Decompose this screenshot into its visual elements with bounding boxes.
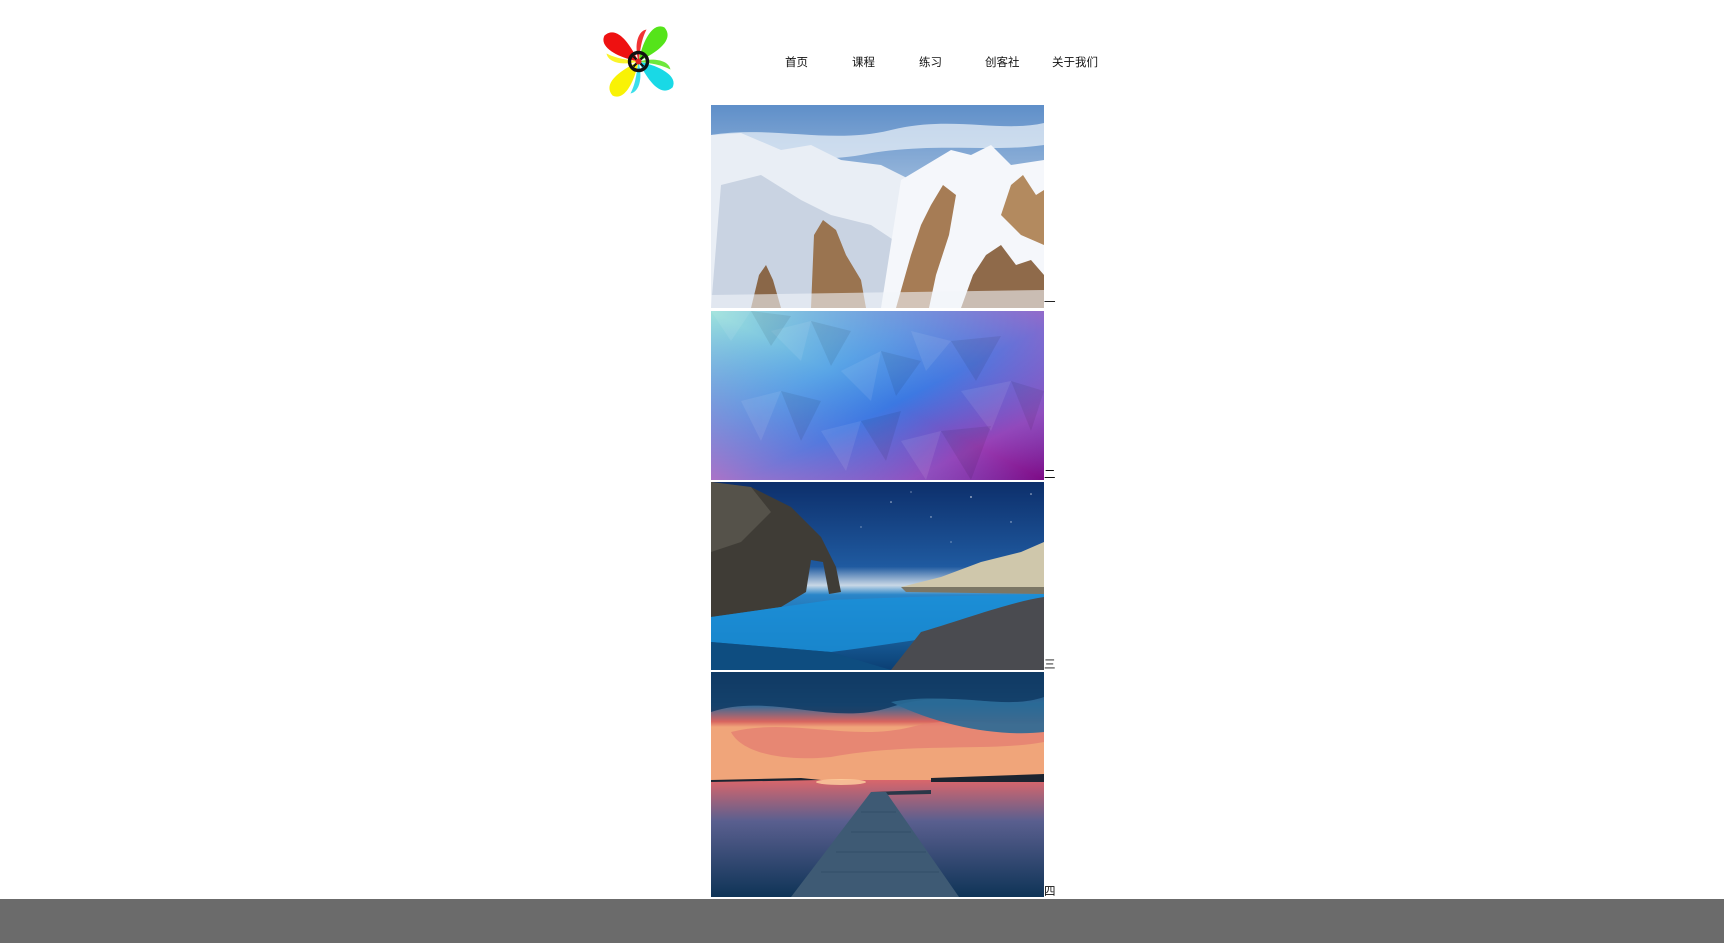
sea-arch-night-image[interactable] bbox=[711, 482, 1044, 670]
site-header: 首页 课程 练习 创客社 关于我们 bbox=[0, 0, 1724, 104]
low-poly-gradient-image[interactable] bbox=[711, 311, 1044, 480]
nav-maker-club[interactable]: 创客社 bbox=[985, 54, 1020, 70]
slide-number: 四 bbox=[1044, 884, 1056, 898]
gallery-item: 二 bbox=[711, 311, 1056, 480]
page-footer bbox=[0, 899, 1724, 943]
gallery-item: 一 bbox=[711, 105, 1056, 308]
nav-home[interactable]: 首页 bbox=[785, 54, 808, 70]
pinwheel-logo-icon bbox=[603, 26, 674, 97]
nav-about-us[interactable]: 关于我们 bbox=[1052, 54, 1098, 70]
slide-number: 一 bbox=[1044, 295, 1056, 309]
nav-courses[interactable]: 课程 bbox=[852, 54, 875, 70]
gallery-item: 三 bbox=[711, 482, 1056, 670]
gallery-item: 四 bbox=[711, 672, 1056, 897]
slide-number: 三 bbox=[1044, 657, 1056, 671]
pier-sunset-lake-image[interactable] bbox=[711, 672, 1044, 897]
site-logo[interactable] bbox=[601, 24, 676, 99]
nav-practice[interactable]: 练习 bbox=[919, 54, 942, 70]
snowy-mountains-image[interactable] bbox=[711, 105, 1044, 308]
slide-number: 二 bbox=[1044, 467, 1056, 481]
